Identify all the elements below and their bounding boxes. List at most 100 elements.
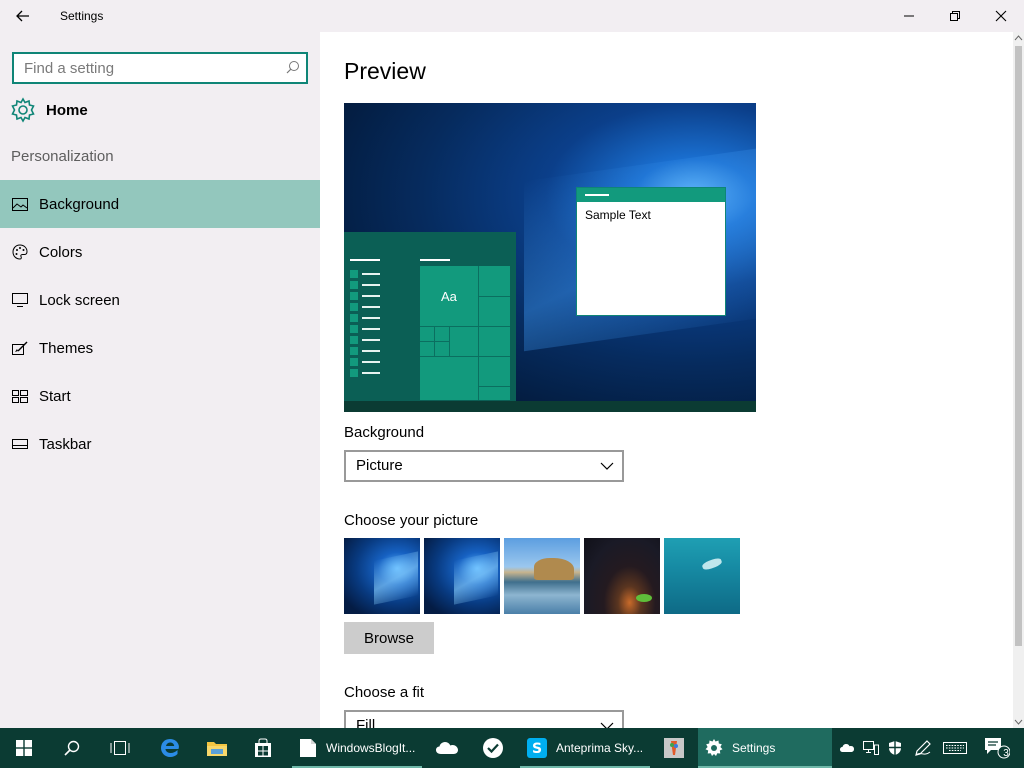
action-center-button[interactable]: 3 bbox=[980, 728, 1014, 768]
sidebar-item-colors[interactable]: Colors bbox=[0, 228, 320, 276]
gear-icon bbox=[705, 739, 723, 756]
edge-button[interactable] bbox=[146, 728, 194, 768]
gear-icon bbox=[11, 97, 35, 123]
sidebar-item-start[interactable]: Start bbox=[0, 372, 320, 420]
folder-icon bbox=[207, 742, 227, 756]
brush-icon bbox=[11, 339, 29, 357]
store-button[interactable] bbox=[240, 728, 286, 768]
network-icon bbox=[863, 741, 879, 755]
sidebar-item-lock-screen[interactable]: Lock screen bbox=[0, 276, 320, 324]
keyboard-icon bbox=[943, 742, 967, 754]
back-button[interactable] bbox=[10, 4, 36, 28]
main-content: Preview Aa Sample Text Background Pictur… bbox=[320, 32, 1013, 728]
todo-button[interactable] bbox=[470, 728, 516, 768]
tray-pen[interactable] bbox=[910, 728, 936, 768]
taskbar-app-settings[interactable]: Settings bbox=[698, 728, 832, 768]
monitor-icon bbox=[11, 291, 29, 309]
task-view-button[interactable] bbox=[96, 728, 144, 768]
window-title: Settings bbox=[60, 9, 104, 23]
picture-thumbnail-1[interactable] bbox=[344, 538, 420, 614]
picture-icon bbox=[11, 195, 29, 213]
preview-window-titlebar bbox=[577, 188, 725, 202]
home-link[interactable]: Home bbox=[10, 94, 88, 126]
tray-keyboard[interactable] bbox=[940, 728, 970, 768]
task-view-icon bbox=[110, 741, 130, 755]
sidebar-item-label: Start bbox=[39, 387, 71, 405]
preview-sample-text: Sample Text bbox=[585, 208, 651, 222]
preview-start-menu: Aa bbox=[344, 232, 516, 401]
picture-thumbnails bbox=[344, 538, 744, 614]
sidebar-item-label: Themes bbox=[39, 339, 94, 357]
scroll-down-icon[interactable] bbox=[1014, 718, 1023, 726]
nav-list: Background Colors Lock screen Themes Sta… bbox=[0, 180, 320, 468]
chevron-down-icon bbox=[600, 462, 614, 470]
background-dropdown[interactable]: Picture bbox=[344, 450, 624, 482]
taskbar-app-document[interactable]: WindowsBlogIt... bbox=[292, 728, 422, 768]
browse-button[interactable]: Browse bbox=[344, 622, 434, 654]
search-taskbar-button[interactable] bbox=[48, 728, 96, 768]
tray-onedrive[interactable] bbox=[836, 728, 858, 768]
vertical-scrollbar[interactable] bbox=[1013, 32, 1024, 728]
preview-tiles-header bbox=[420, 259, 450, 261]
onedrive-button[interactable] bbox=[424, 728, 470, 768]
sidebar-item-label: Taskbar bbox=[39, 435, 92, 453]
cloud-icon bbox=[840, 744, 854, 752]
tray-defender[interactable] bbox=[884, 728, 906, 768]
notification-badge: 3 bbox=[1003, 748, 1009, 759]
restore-button[interactable] bbox=[932, 0, 978, 32]
preview-app-list bbox=[350, 268, 381, 378]
picture-thumbnail-2[interactable] bbox=[424, 538, 500, 614]
preview-taskbar bbox=[344, 401, 756, 412]
paint-app-icon bbox=[664, 738, 684, 758]
home-label: Home bbox=[46, 101, 88, 119]
preview-start-header bbox=[350, 259, 380, 261]
sidebar-item-themes[interactable]: Themes bbox=[0, 324, 320, 372]
palette-icon bbox=[11, 243, 29, 261]
store-bag-icon bbox=[255, 738, 271, 757]
title-bar: Settings bbox=[0, 0, 1024, 32]
start-button[interactable] bbox=[0, 728, 48, 768]
choose-picture-label: Choose your picture bbox=[344, 512, 479, 529]
minimize-icon bbox=[904, 15, 914, 17]
close-button[interactable] bbox=[978, 0, 1024, 32]
page-title: Preview bbox=[344, 58, 426, 84]
taskbar-icon bbox=[11, 435, 29, 453]
fit-dropdown-value: Fill bbox=[356, 717, 376, 728]
sidebar-item-taskbar[interactable]: Taskbar bbox=[0, 420, 320, 468]
background-dropdown-value: Picture bbox=[356, 457, 403, 474]
preview-tiles bbox=[420, 266, 510, 400]
shield-icon bbox=[889, 741, 901, 755]
choose-fit-label: Choose a fit bbox=[344, 684, 425, 701]
taskbar-app-skype[interactable]: S Anteprima Sky... bbox=[520, 728, 650, 768]
edge-browser-icon bbox=[161, 739, 179, 757]
scrollbar-thumb[interactable] bbox=[1015, 46, 1022, 646]
sidebar-item-label: Colors bbox=[39, 243, 83, 261]
file-explorer-button[interactable] bbox=[194, 728, 240, 768]
taskbar-app-label: WindowsBlogIt... bbox=[326, 741, 416, 755]
fit-dropdown[interactable]: Fill bbox=[344, 710, 624, 728]
picture-thumbnail-4[interactable] bbox=[584, 538, 660, 614]
search-input[interactable] bbox=[14, 54, 276, 82]
background-label: Background bbox=[344, 424, 425, 441]
picture-thumbnail-5[interactable] bbox=[664, 538, 740, 614]
picture-thumbnail-3[interactable] bbox=[504, 538, 580, 614]
checkmark-circle-icon bbox=[483, 738, 503, 758]
paint-button[interactable] bbox=[652, 728, 696, 768]
taskbar-app-label: Anteprima Sky... bbox=[556, 741, 644, 755]
section-title: Personalization bbox=[11, 148, 114, 165]
tray-network[interactable] bbox=[860, 728, 882, 768]
sidebar-item-background[interactable]: Background bbox=[0, 180, 320, 228]
search-icon[interactable] bbox=[286, 60, 300, 74]
skype-icon: S bbox=[527, 738, 547, 758]
close-icon bbox=[995, 10, 1007, 22]
search-box[interactable] bbox=[12, 52, 308, 84]
minimize-button[interactable] bbox=[886, 0, 932, 32]
taskbar-app-label: Settings bbox=[732, 741, 776, 755]
scroll-up-icon[interactable] bbox=[1014, 34, 1023, 42]
sidebar-item-label: Background bbox=[39, 195, 120, 213]
cloud-icon bbox=[436, 742, 458, 754]
start-tiles-icon bbox=[11, 387, 29, 405]
svg-text:S: S bbox=[532, 741, 542, 757]
pen-icon bbox=[915, 740, 931, 756]
search-icon bbox=[64, 740, 80, 756]
